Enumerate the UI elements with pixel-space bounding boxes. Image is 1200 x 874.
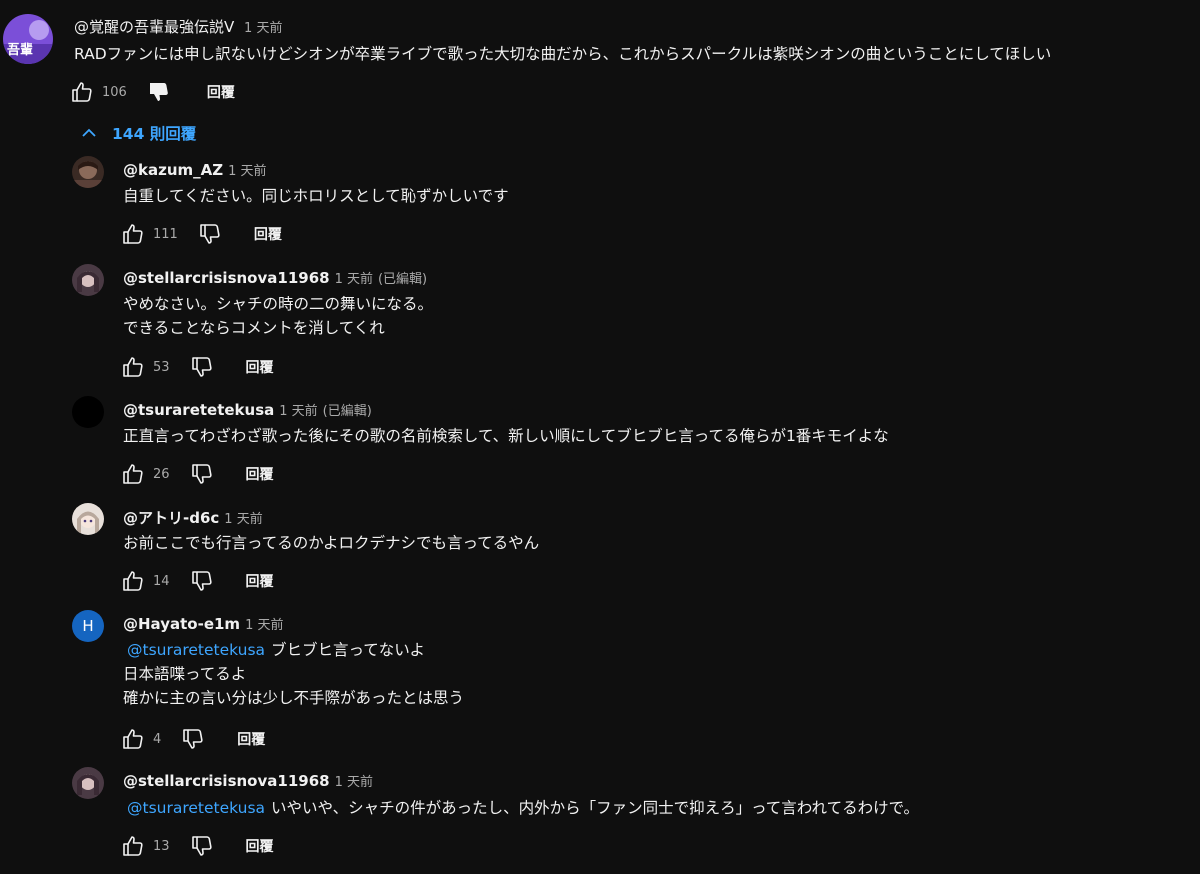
reply-time[interactable]: 1 天前 [335,775,373,790]
thumbs-down-outline-icon [183,729,203,749]
reply-author[interactable]: @stellarcrisisnova11968 [123,269,330,287]
dislike-button[interactable] [179,725,207,753]
like-count: 26 [153,466,170,482]
reply-text-line: 日本語喋ってるよ [123,665,247,683]
like-count: 13 [153,838,170,854]
thumbs-up-outline-icon [72,82,92,102]
thumbs-down-outline-icon [191,357,212,377]
like-count: 106 [102,84,127,100]
mention-link[interactable]: @tsuraretetekusa [127,641,265,659]
dislike-button[interactable] [188,832,216,860]
like-button[interactable] [119,460,147,488]
reply-actions: 26 回覆 [119,460,274,488]
avatar[interactable] [72,156,104,188]
thumbs-up-outline-icon [123,836,143,856]
dislike-button[interactable] [196,220,224,248]
reply-text-line: ブヒブヒ言ってないよ [271,641,425,659]
thumbs-down-filled-icon [149,83,168,101]
reply-button[interactable]: 回覆 [246,836,274,856]
replies-count-label: 144 則回覆 [112,125,197,143]
reply-author[interactable]: @kazum_AZ [123,161,223,179]
dislike-button[interactable] [145,78,173,106]
avatar-letter: H [82,617,94,635]
replies-toggle[interactable]: 144 則回覆 [80,122,196,144]
thumbs-up-outline-icon [123,464,143,484]
like-button[interactable] [119,220,147,248]
reply-text: 自重してください。同じホロリスとして恥ずかしいです [123,187,509,205]
comment-actions: 106 回覆 [68,78,235,106]
chevron-up-icon [82,128,96,137]
thumbs-down-outline-icon [191,464,212,484]
reply-actions: 4 回覆 [119,725,265,753]
reply-button[interactable]: 回覆 [254,224,282,244]
thumbs-up-outline-icon [123,729,143,749]
reply-text-line: できることならコメントを消してくれ [123,319,385,337]
like-button[interactable] [119,567,147,595]
reply-actions: 13 回覆 [119,832,274,860]
avatar[interactable]: 吾輩 [3,14,53,64]
mention-link[interactable]: @tsuraretetekusa [127,799,265,817]
reply-time[interactable]: 1 天前 [228,164,266,179]
dislike-button[interactable] [188,567,216,595]
like-count: 53 [153,359,170,375]
thumbs-down-outline-icon [191,836,212,856]
comment-text: RADファンには申し訳ないけどシオンが卒業ライブで歌った大切な曲だから、これから… [74,45,1052,63]
reply-text: 正直言ってわざわざ歌った後にその歌の名前検索して、新しい順にしてブヒブヒ言ってる… [123,427,889,445]
thumbs-down-outline-icon [191,571,212,591]
like-button[interactable] [68,78,96,106]
avatar[interactable] [72,767,104,799]
like-button[interactable] [119,725,147,753]
reply-text-line: やめなさい。シャチの時の二の舞いになる。 [123,295,434,313]
reply-actions: 53 回覆 [119,353,274,381]
reply-button[interactable]: 回覆 [246,571,274,591]
comment-time[interactable]: 1 天前 [244,21,282,36]
avatar[interactable] [72,396,104,428]
reply-time[interactable]: 1 天前 [279,404,317,419]
thumbs-up-outline-icon [123,571,143,591]
reply-author[interactable]: @tsuraretetekusa [123,401,274,419]
reply-time[interactable]: 1 天前 [224,512,262,527]
like-button[interactable] [119,353,147,381]
reply-button[interactable]: 回覆 [207,82,235,102]
comment-author[interactable]: @覚醒の吾輩最強伝説V [74,18,234,36]
reply-button[interactable]: 回覆 [237,729,265,749]
reply-author[interactable]: @stellarcrisisnova11968 [123,772,330,790]
reply-actions: 14 回覆 [119,567,274,595]
like-count: 14 [153,573,170,589]
reply-text: お前ここでも行言ってるのかよロクデナシでも言ってるやん [123,534,540,552]
avatar[interactable] [72,264,104,296]
edited-label: (已編輯) [377,272,428,287]
reply-actions: 111 回覆 [119,220,282,248]
dislike-button[interactable] [188,353,216,381]
reply-time[interactable]: 1 天前 [245,618,283,633]
like-count: 111 [153,226,178,242]
dislike-button[interactable] [188,460,216,488]
reply-button[interactable]: 回覆 [246,357,274,377]
edited-label: (已編輯) [322,404,372,419]
avatar-text: 吾輩 [7,42,33,58]
thumbs-up-outline-icon [123,357,143,377]
reply-time[interactable]: 1 天前 [335,272,373,287]
reply-author[interactable]: @アトリ-d6c [123,509,219,527]
avatar[interactable] [72,503,104,535]
thumbs-up-outline-icon [123,224,143,244]
reply-author[interactable]: @Hayato-e1m [123,615,240,633]
thumbs-down-outline-icon [200,224,220,244]
like-count: 4 [153,731,162,747]
like-button[interactable] [119,832,147,860]
reply-text-line: 確かに主の言い分は少し不手際があったとは思う [123,689,465,707]
reply-text-line: いやいや、シャチの件があったし、内外から「ファン同士で抑えろ」って言われてるわけ… [271,799,919,817]
avatar[interactable]: H [72,610,104,642]
reply-button[interactable]: 回覆 [246,464,274,484]
